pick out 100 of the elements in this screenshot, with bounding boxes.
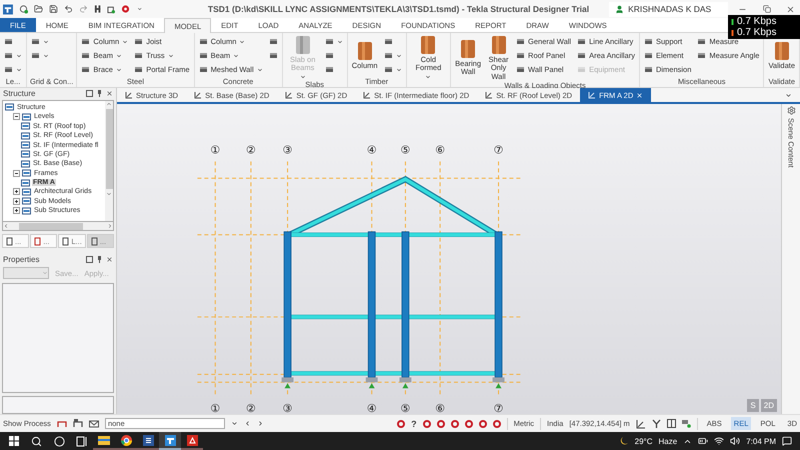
node-icon — [21, 178, 30, 187]
save-icon[interactable] — [49, 4, 58, 14]
layers-icon — [682, 419, 691, 428]
view-icon — [588, 91, 596, 99]
mail-icon — [88, 420, 99, 428]
tool-icon — [62, 236, 70, 246]
ring-icon — [397, 420, 406, 428]
support-block — [282, 377, 294, 382]
scroll-up-icon[interactable] — [106, 100, 112, 107]
taskbar-app[interactable] — [181, 432, 203, 450]
record-icon — [121, 4, 130, 14]
caret-icon — [396, 52, 402, 58]
pdf-icon — [186, 434, 198, 446]
undo-icon[interactable] — [64, 4, 74, 14]
caret-icon[interactable] — [230, 420, 238, 427]
previous-icon[interactable] — [244, 420, 251, 427]
taskbar-app[interactable] — [159, 432, 181, 450]
download-speed: 0.7 Kbps — [737, 27, 776, 38]
volume-icon[interactable] — [730, 436, 740, 446]
block-icon — [490, 35, 508, 55]
grid-label: ⑦ — [494, 144, 504, 157]
node-icon — [22, 188, 31, 196]
node-icon — [22, 206, 31, 215]
scroll-left-icon[interactable] — [3, 223, 9, 230]
caret-icon — [43, 38, 49, 44]
user-icon — [615, 4, 624, 14]
wifi-icon[interactable] — [714, 436, 724, 446]
app-icon — [164, 434, 176, 446]
block-icon — [356, 41, 374, 62]
caret-icon — [116, 66, 122, 72]
close-icon — [786, 4, 796, 14]
search-icon[interactable] — [31, 436, 42, 446]
notification-icon[interactable] — [782, 436, 792, 446]
pin-icon — [97, 90, 102, 98]
node-icon — [21, 122, 30, 130]
settings-icon[interactable] — [786, 106, 796, 115]
app-logo-icon — [3, 4, 13, 14]
open-icon[interactable] — [34, 4, 43, 14]
close-icon[interactable] — [106, 256, 113, 263]
block-icon — [419, 35, 438, 55]
grid-label: ④ — [366, 144, 377, 157]
grid-label: ② — [246, 402, 256, 414]
document-icon — [142, 434, 154, 446]
caret-icon — [16, 52, 22, 58]
grid-label: ⑥ — [435, 144, 445, 157]
caret-icon — [396, 66, 402, 72]
scroll-down-icon[interactable] — [106, 190, 112, 197]
block-icon — [772, 41, 791, 62]
circle-icon[interactable] — [54, 436, 65, 446]
caret-icon[interactable] — [785, 92, 792, 98]
node-icon — [22, 169, 31, 178]
caret-icon — [168, 52, 174, 58]
tool-icon — [6, 236, 13, 246]
battery-icon[interactable] — [698, 436, 708, 446]
grid-label: ⑤ — [400, 402, 410, 414]
scrollbar[interactable] — [2, 222, 114, 232]
caret-icon — [116, 52, 122, 58]
caret-icon — [122, 38, 128, 44]
support-block — [399, 377, 412, 382]
view-icon — [285, 91, 294, 99]
support-icon — [368, 383, 375, 388]
redo-icon[interactable] — [79, 4, 88, 14]
grid-label: ② — [246, 144, 256, 157]
add-icon — [18, 4, 28, 14]
scroll-right-icon[interactable] — [107, 223, 113, 230]
node-icon — [21, 160, 30, 168]
caret-icon — [16, 66, 22, 72]
grid-label: ① — [210, 144, 220, 157]
panel-title: Structure — [3, 89, 36, 98]
caret-icon — [43, 52, 49, 58]
node-icon — [5, 103, 14, 112]
taskbar-app[interactable] — [115, 432, 137, 450]
next-icon[interactable] — [256, 420, 264, 427]
upload-speed: 0.7 Kbps — [737, 16, 776, 27]
block-icon — [459, 39, 478, 60]
close-icon[interactable] — [106, 90, 113, 98]
node-icon — [22, 197, 31, 206]
node-icon — [21, 141, 30, 150]
grid-label: ① — [210, 402, 220, 414]
caret-icon — [239, 38, 246, 44]
caret-icon — [425, 74, 432, 80]
caret-icon — [256, 66, 263, 72]
view-icon — [636, 418, 646, 428]
window-icon — [86, 90, 93, 98]
grid-label: ⑦ — [494, 402, 504, 414]
pin-icon — [97, 256, 102, 263]
node-icon — [21, 150, 30, 158]
grid-label: ③ — [282, 144, 292, 157]
help-glyph[interactable]: ? — [411, 418, 417, 428]
caret-icon — [300, 74, 306, 80]
window-title: TSD1 (D:\kd\SKILL LYNC ASSIGNMENTS\TEKLA\3\TSD1.tsmd) - Tekla Structural Designer Trial — [208, 4, 590, 14]
node-icon — [22, 112, 31, 121]
block-icon — [294, 35, 312, 55]
support-icon — [284, 383, 291, 388]
support-block — [492, 377, 504, 382]
caret-icon — [233, 52, 240, 58]
clock[interactable]: 7:04 PM — [746, 436, 776, 446]
folder-icon — [98, 435, 110, 445]
scrollbar[interactable] — [105, 100, 113, 221]
tool-icon — [94, 4, 102, 14]
